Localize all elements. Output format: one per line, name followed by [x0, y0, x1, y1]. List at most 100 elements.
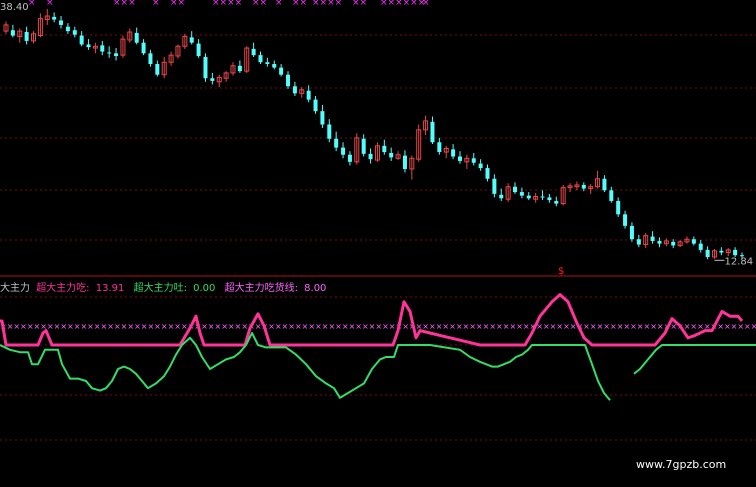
legend-eat-value: 13.91 — [95, 283, 125, 294]
legend-item-eat: 超大主力吃: 13.91 — [36, 283, 130, 294]
chart-stage: × × ××× × ×× ×××× ×× × ×× ×××× ×× ×××××× × 12.84 $ ××××… — [0, 0, 756, 487]
candle-body-down — [258, 55, 263, 63]
legend-item-spit: 超大主力吐: 0.00 — [134, 283, 222, 294]
top-signal-mark: ×× — [352, 0, 367, 8]
candle-body-down — [52, 16, 57, 20]
candle-body-down — [437, 142, 442, 153]
candle-body-down — [237, 65, 242, 72]
watermark-text: www.7gpzb.com — [636, 458, 727, 471]
indicator-series-0 — [0, 293, 744, 347]
candle-body-down — [657, 240, 662, 244]
candle-body-down — [114, 53, 119, 57]
candle-body-down — [107, 52, 112, 54]
candle-body-down — [719, 250, 724, 253]
candle-body-down — [389, 152, 394, 158]
candle-body-down — [650, 236, 655, 241]
candle-body-down — [10, 30, 15, 36]
candle-body-down — [313, 99, 318, 112]
top-signal-mark: ×××××× — [380, 0, 425, 8]
candle-body-down — [485, 168, 490, 179]
candle-body-down — [59, 20, 64, 25]
candle-body-down — [251, 48, 256, 56]
top-signal-mark: ×××× — [212, 0, 242, 8]
candle-body-down — [733, 249, 738, 256]
top-signal-mark: ×× — [170, 0, 185, 8]
candle-body-down — [698, 243, 703, 250]
top-signal-mark: × — [422, 0, 430, 8]
legend-name: 大主力 — [0, 283, 30, 294]
candle-body-down — [265, 62, 270, 65]
candle-body-down — [402, 155, 407, 169]
candle-body-down — [148, 53, 153, 65]
legend-spit-value: 0.00 — [193, 283, 216, 294]
candle-body-down — [368, 153, 373, 160]
top-signal-mark: × — [28, 0, 36, 8]
candle-body-down — [705, 249, 710, 257]
stock-chart-svg: × × ××× × ×× ×××× ×× × ×× ×××× ×× ×××××××12.84$××××… — [0, 0, 756, 441]
candle-body-down — [155, 64, 160, 75]
candle-body-down — [602, 178, 607, 191]
top-signal-mark: × — [46, 0, 54, 8]
candle-body-down — [492, 178, 497, 194]
top-signal-mark: ×× — [292, 0, 307, 8]
legend-item-line: 超大主力吃货线: 8.00 — [225, 283, 330, 294]
candle-body-down — [327, 124, 332, 139]
candle-body-down — [100, 45, 105, 52]
candle-body-down — [554, 200, 559, 204]
candle-body-down — [79, 35, 84, 45]
candle-body-down — [292, 86, 297, 94]
legend-line-label: 超大主力吃货线: — [224, 283, 298, 294]
candle-body-down — [623, 214, 628, 226]
top-signal-mark: ××× — [113, 0, 136, 8]
candle-body-down — [499, 194, 504, 199]
candle-body-down — [519, 192, 524, 196]
candle-body-down — [636, 239, 641, 245]
low-price-label: 12.84 — [724, 256, 753, 267]
candle-body-down — [334, 138, 339, 148]
indicator-series-1 — [0, 332, 611, 401]
candle-body-down — [457, 156, 462, 161]
candle-body-down — [691, 239, 696, 244]
candle-body-down — [347, 154, 352, 162]
candle-body-down — [341, 147, 346, 155]
candle-body-down — [65, 26, 70, 32]
candle-body-down — [430, 121, 435, 143]
candle-body-down — [540, 196, 545, 198]
candle-body-down — [203, 56, 208, 79]
legend-spit-label: 超大主力吐: — [133, 283, 187, 294]
candle-body-down — [279, 67, 284, 75]
price-top-label: 38.40 — [0, 2, 29, 13]
candle-body-down — [581, 184, 586, 189]
candle-body-down — [513, 186, 518, 193]
candle-body-down — [629, 225, 634, 240]
candle-body-down — [382, 145, 387, 153]
candle-body-down — [210, 78, 215, 81]
buy-signal-mark: $ — [558, 266, 564, 277]
candle-body-down — [134, 32, 139, 43]
legend-eat-label: 超大主力吃: — [36, 283, 90, 294]
candle-body-down — [671, 241, 676, 246]
candle-body-down — [24, 32, 29, 41]
top-signal-mark: × — [152, 0, 160, 8]
legend-line-value: 8.00 — [304, 283, 327, 294]
top-signal-mark: ×× — [252, 0, 267, 8]
candle-body-down — [478, 163, 483, 169]
candle-body-down — [286, 74, 291, 87]
candle-body-down — [72, 30, 77, 35]
top-signal-mark: × — [275, 0, 283, 8]
candle-body-down — [609, 190, 614, 201]
candle-body-down — [189, 37, 194, 43]
candle-body-down — [547, 197, 552, 201]
candle-body-down — [361, 138, 366, 154]
top-signal-mark: ×××× — [312, 0, 342, 8]
candle-body-down — [141, 42, 146, 54]
candle-body-down — [86, 44, 91, 48]
reference-line-marks: ××××××××××××××××××××××××××××××××××××××××… — [0, 322, 756, 331]
indicator-series-2 — [633, 344, 756, 375]
candle-body-down — [272, 64, 277, 68]
candle-body-down — [306, 90, 311, 100]
candle-body-down — [471, 158, 476, 163]
candle-body-down — [320, 111, 325, 125]
candle-body-down — [616, 200, 621, 215]
indicator-legend: 大主力 超大主力吃: 13.91 超大主力吐: 0.00 超大主力吃货线: 8.… — [0, 279, 332, 294]
